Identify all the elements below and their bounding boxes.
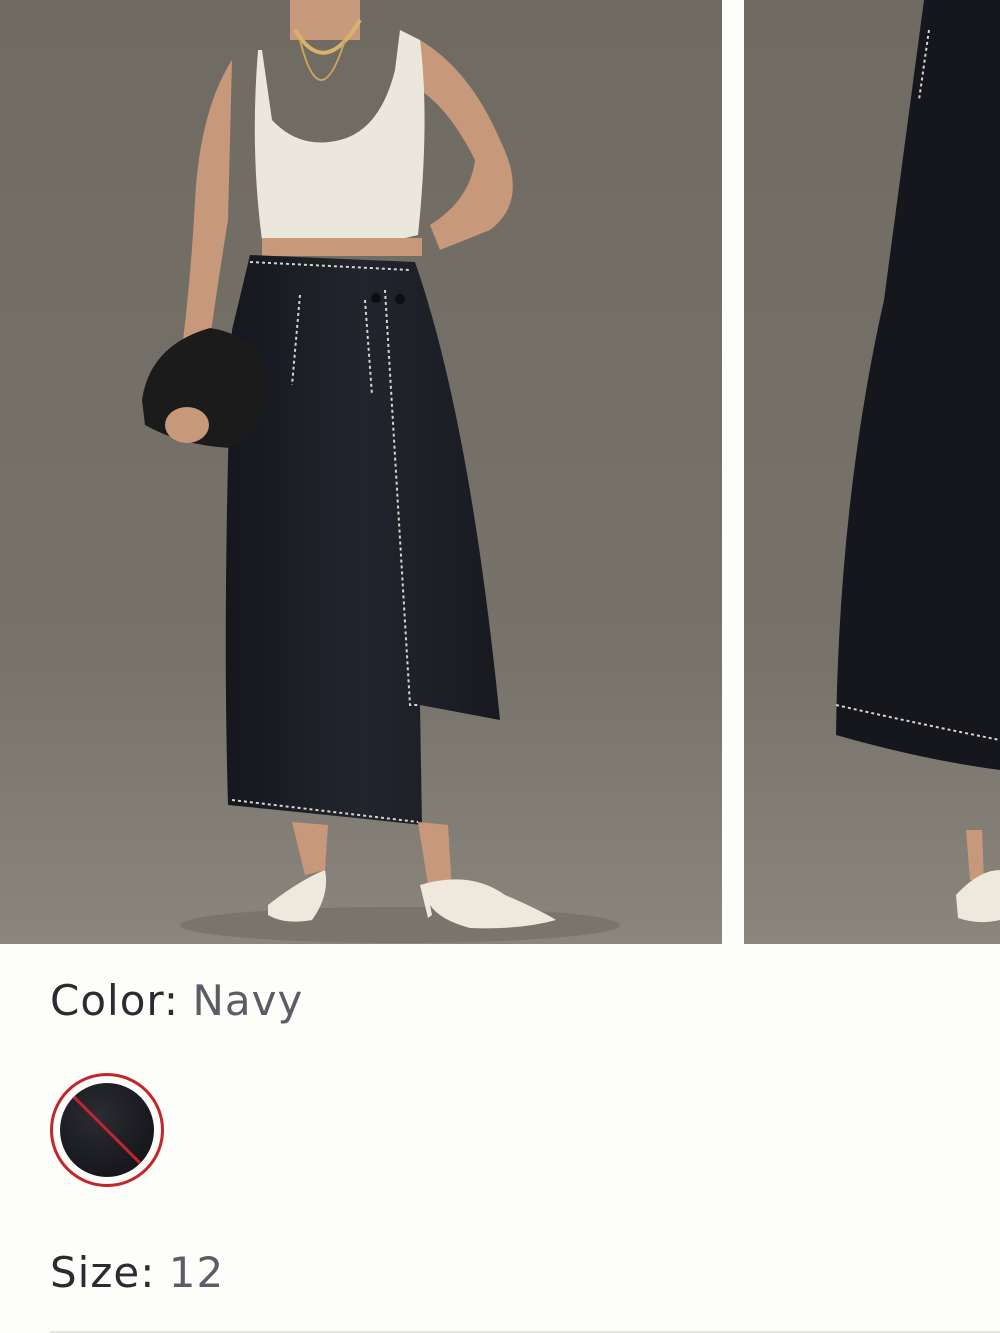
slash-icon [60, 1083, 154, 1177]
product-options: Color: Navy Size: 12 [0, 944, 1000, 1333]
model-photo-front [0, 0, 722, 944]
swatch-fill [60, 1083, 154, 1177]
product-image-main[interactable] [0, 0, 722, 944]
color-label: Color: [50, 976, 180, 1025]
size-selection-label: Size: 12 [50, 1248, 224, 1298]
color-swatch-navy[interactable] [50, 1073, 164, 1187]
product-image-gallery[interactable] [0, 0, 1000, 944]
selected-size-value: 12 [168, 1248, 225, 1297]
size-label: Size: [50, 1248, 156, 1297]
model-photo-side [744, 0, 1000, 944]
color-selection-label: Color: Navy [50, 976, 303, 1026]
selected-color-value: Navy [192, 976, 304, 1025]
product-image-secondary[interactable] [744, 0, 1000, 944]
product-page: Color: Navy Size: 12 [0, 0, 1000, 1333]
